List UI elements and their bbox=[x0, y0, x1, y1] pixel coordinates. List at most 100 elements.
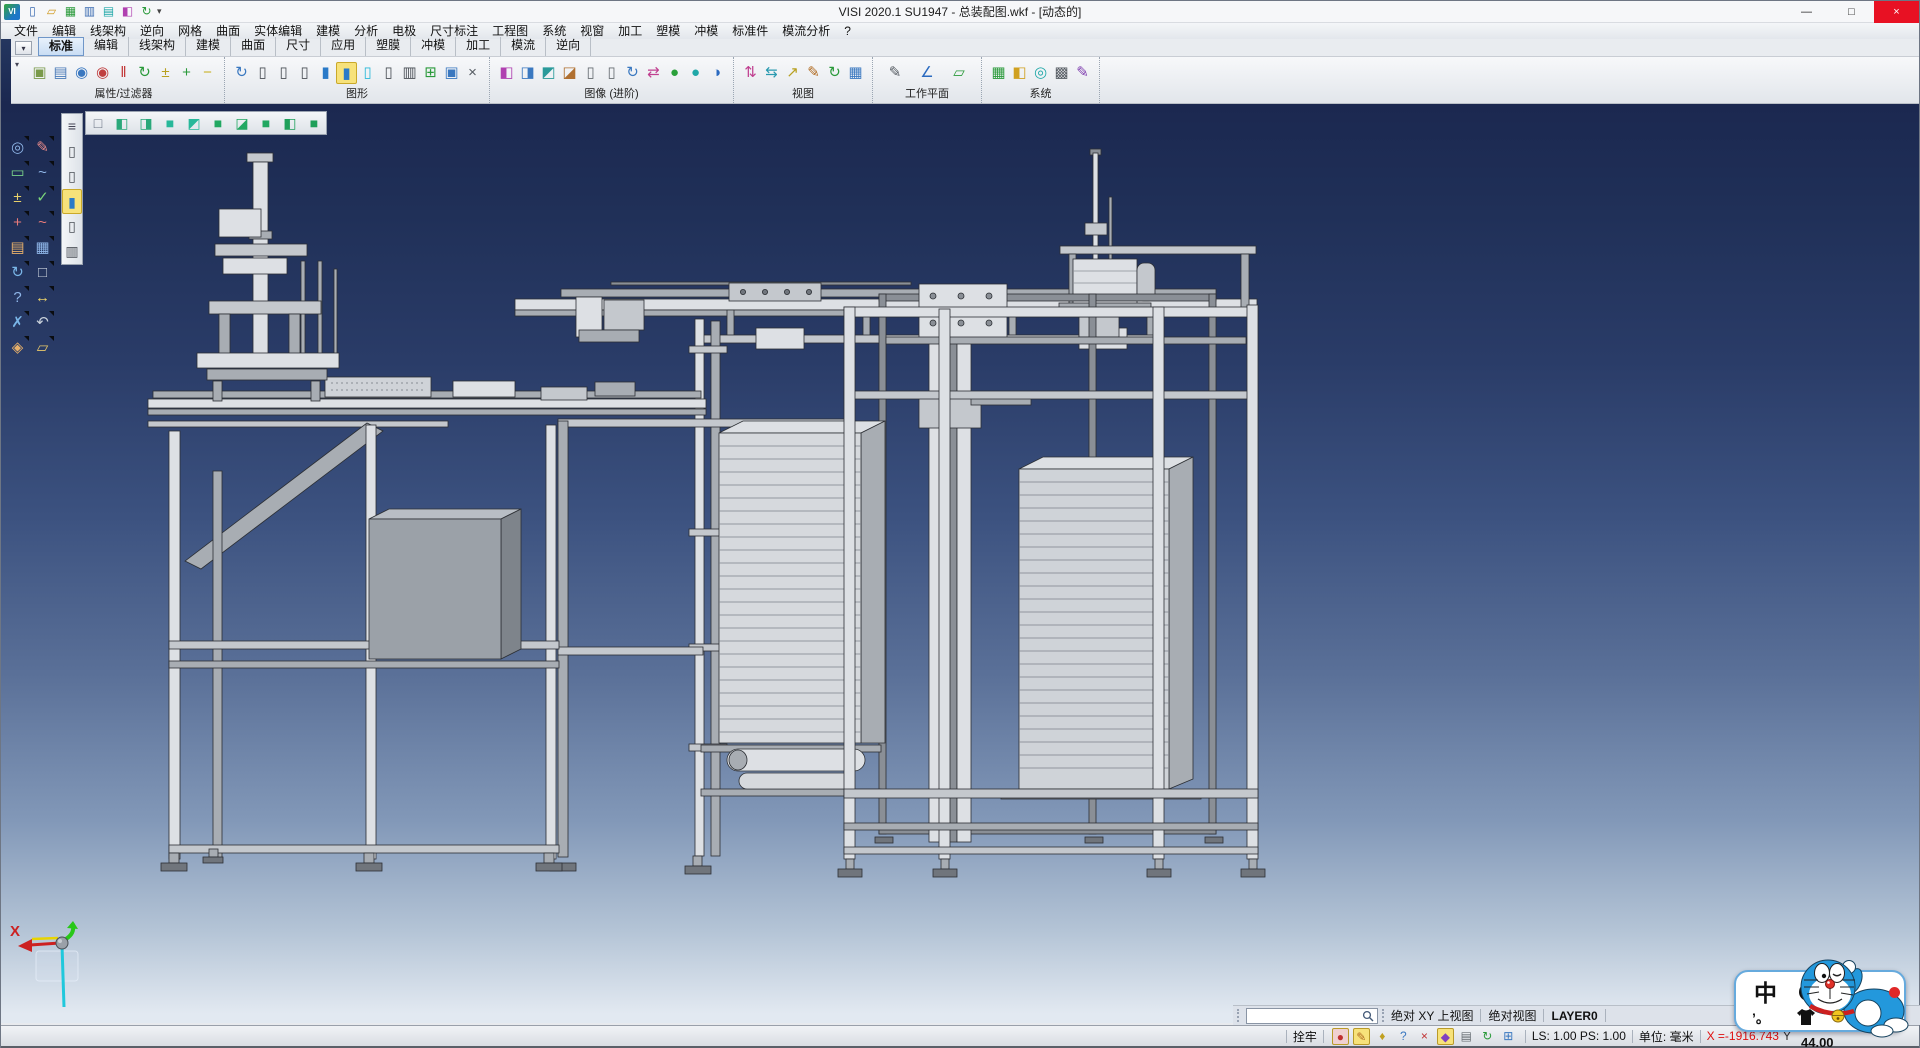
layers-palette-icon[interactable]: ▤ bbox=[6, 236, 29, 259]
refresh-visibility-icon[interactable]: ↻ bbox=[134, 62, 155, 84]
print-icon[interactable]: ▤ bbox=[100, 3, 117, 20]
grid-window-icon[interactable]: ▦ bbox=[31, 236, 54, 259]
status-delete-icon[interactable]: × bbox=[1416, 1028, 1433, 1045]
iso-view-2-icon[interactable]: ◨ bbox=[134, 112, 158, 134]
toolbar-tab[interactable]: 加工 bbox=[456, 37, 501, 56]
workplane-new-icon[interactable]: ▱ bbox=[945, 62, 973, 84]
workplane-angle-icon[interactable]: ∠ bbox=[913, 62, 941, 84]
zoom-select-icon[interactable]: ◎ bbox=[6, 136, 29, 159]
mask-layer-active-icon[interactable]: ▮ bbox=[62, 189, 82, 214]
layer-hatch-icon[interactable]: ▥ bbox=[399, 62, 420, 84]
erase-sketch-icon[interactable]: ✎ bbox=[31, 136, 54, 159]
workplane-edit-icon[interactable]: ✎ bbox=[881, 62, 909, 84]
mask-layer-2-icon[interactable]: ▯ bbox=[62, 164, 82, 189]
sphere-shaded-icon[interactable]: ● bbox=[664, 62, 685, 84]
ime-punctuation-button[interactable]: ’。 bbox=[1752, 1008, 1770, 1028]
open-file-icon[interactable]: ▱ bbox=[43, 3, 60, 20]
toolbar-grip[interactable] bbox=[1237, 1009, 1242, 1022]
layer-white-icon[interactable]: ▯ bbox=[378, 62, 399, 84]
toolbar-tab[interactable]: 塑膜 bbox=[366, 37, 411, 56]
active-layer-label[interactable]: LAYER0 bbox=[1551, 1009, 1597, 1023]
view-mode-label[interactable]: 绝对 XY 上视图 bbox=[1391, 1007, 1473, 1024]
hide-all-icon[interactable]: − bbox=[197, 62, 218, 84]
view-plain-icon[interactable]: □ bbox=[86, 112, 110, 134]
toolbar-tab[interactable]: 尺寸 bbox=[276, 37, 321, 56]
layer-cyan-icon[interactable]: ▯ bbox=[357, 62, 378, 84]
select-rect-icon[interactable]: ▭ bbox=[6, 161, 29, 184]
layer-filled-icon[interactable]: ▮ bbox=[315, 62, 336, 84]
filter-traffic-icon[interactable]: ‖ bbox=[113, 62, 134, 84]
mask-layer-3-icon[interactable]: ▯ bbox=[62, 214, 82, 239]
layer-copy-icon[interactable]: ▣ bbox=[441, 62, 462, 84]
solid-box-icon[interactable]: □ bbox=[31, 261, 54, 284]
toolbar-grip[interactable] bbox=[1382, 1009, 1387, 1022]
refresh-layers-icon[interactable]: ↻ bbox=[231, 62, 252, 84]
status-key-icon[interactable]: ♦ bbox=[1374, 1028, 1391, 1045]
iso-view-1-icon[interactable]: ◧ bbox=[110, 112, 134, 134]
zoom-view-icon[interactable]: ↗ bbox=[782, 62, 803, 84]
iso-view-8-icon[interactable]: ◧ bbox=[278, 112, 302, 134]
swap-axes-icon[interactable]: ⇄ bbox=[643, 62, 664, 84]
new-document-icon[interactable]: ▯ bbox=[24, 3, 41, 20]
system-display-icon[interactable]: ▦ bbox=[988, 62, 1009, 84]
status-sketch-icon[interactable]: ✎ bbox=[1353, 1028, 1370, 1045]
toolbar-dropdown-icon[interactable]: ▾ bbox=[15, 60, 19, 69]
spline-icon[interactable]: ~ bbox=[31, 161, 54, 184]
refresh-model-icon[interactable]: ↻ bbox=[6, 261, 29, 284]
mask-menu-icon[interactable]: ≡ bbox=[62, 114, 82, 139]
close-button[interactable]: × bbox=[1874, 1, 1919, 23]
toolbar-tab[interactable]: 标准 bbox=[38, 37, 84, 56]
iso-view-7-icon[interactable]: ■ bbox=[254, 112, 278, 134]
menu-item[interactable]: 塑模 bbox=[649, 23, 687, 39]
iso-view-6-icon[interactable]: ◪ bbox=[230, 112, 254, 134]
zoom-extents-icon[interactable]: ± bbox=[6, 186, 29, 209]
mask-layer-1-icon[interactable]: ▯ bbox=[62, 139, 82, 164]
show-entities-icon[interactable]: ◉ bbox=[71, 62, 92, 84]
sync-icon[interactable]: ↻ bbox=[138, 3, 155, 20]
layer-empty-icon[interactable]: ▯ bbox=[252, 62, 273, 84]
toolbar-tab[interactable]: 线架构 bbox=[129, 37, 186, 56]
iso-view-3-icon[interactable]: ■ bbox=[158, 112, 182, 134]
iso-view-5-icon[interactable]: ■ bbox=[206, 112, 230, 134]
menu-item[interactable]: 模流分析 bbox=[775, 23, 837, 39]
iso-view-4-icon[interactable]: ◩ bbox=[182, 112, 206, 134]
layer-tools-icon[interactable]: × bbox=[462, 62, 483, 84]
pan-view-icon[interactable]: ⇆ bbox=[761, 62, 782, 84]
status-gem-icon[interactable]: ◆ bbox=[1437, 1028, 1454, 1045]
delete-trash-icon[interactable]: ✗ bbox=[6, 311, 29, 334]
viewport-3d[interactable]: ◎✎▭~±✓+~▤▦↻□?↔✗↶◈▱ ≡▯▯▮▯▥ □◧◨■◩■◪■◧■ bbox=[1, 104, 1919, 1023]
save-all-icon[interactable]: ▥ bbox=[81, 3, 98, 20]
menu-item[interactable]: 冲模 bbox=[687, 23, 725, 39]
maximize-button[interactable]: □ bbox=[1829, 1, 1874, 23]
open-project-icon[interactable]: ▱ bbox=[31, 336, 54, 359]
system-globe-icon[interactable]: ◎ bbox=[1030, 62, 1051, 84]
measure-distance-icon[interactable]: ↔ bbox=[31, 286, 54, 309]
status-help-icon[interactable]: ? bbox=[1395, 1028, 1412, 1045]
refresh-view-icon[interactable]: ↻ bbox=[824, 62, 845, 84]
toolbar-tab[interactable]: 应用 bbox=[321, 37, 366, 56]
annotate-view-icon[interactable]: ✎ bbox=[803, 62, 824, 84]
layer-add-icon[interactable]: ⊞ bbox=[420, 62, 441, 84]
ime-language-button[interactable]: 中 bbox=[1754, 980, 1777, 1006]
search-input[interactable] bbox=[1246, 1008, 1378, 1024]
sphere-ring-icon[interactable]: ● bbox=[685, 62, 706, 84]
toolbar-tab[interactable]: 模流 bbox=[501, 37, 546, 56]
toolbar-tab[interactable]: 曲面 bbox=[231, 37, 276, 56]
fit-view-icon[interactable]: ▦ bbox=[845, 62, 866, 84]
view-doc-icon[interactable]: ▯ bbox=[580, 62, 601, 84]
clear-attributes-icon[interactable]: ▣ bbox=[29, 62, 50, 84]
save-icon[interactable]: ▦ bbox=[62, 3, 79, 20]
sphere-blue-icon[interactable]: ◑ bbox=[706, 62, 727, 84]
menu-item[interactable]: 加工 bbox=[611, 23, 649, 39]
preview-icon[interactable]: ◧ bbox=[119, 3, 136, 20]
confirm-check-icon[interactable]: ✓ bbox=[31, 186, 54, 209]
copy-attributes-icon[interactable]: ▤ bbox=[50, 62, 71, 84]
menu-item[interactable]: ? bbox=[837, 23, 858, 39]
system-window-icon[interactable]: ◧ bbox=[1009, 62, 1030, 84]
render-mode-icon[interactable]: ◩ bbox=[538, 62, 559, 84]
status-rotate-icon[interactable]: ↻ bbox=[1479, 1028, 1496, 1045]
toolbar-tab[interactable]: 编辑 bbox=[84, 37, 129, 56]
status-window-icon[interactable]: ⊞ bbox=[1500, 1028, 1517, 1045]
rotate-view-icon[interactable]: ⇅ bbox=[740, 62, 761, 84]
status-ref-icon[interactable]: ● bbox=[1332, 1028, 1349, 1045]
